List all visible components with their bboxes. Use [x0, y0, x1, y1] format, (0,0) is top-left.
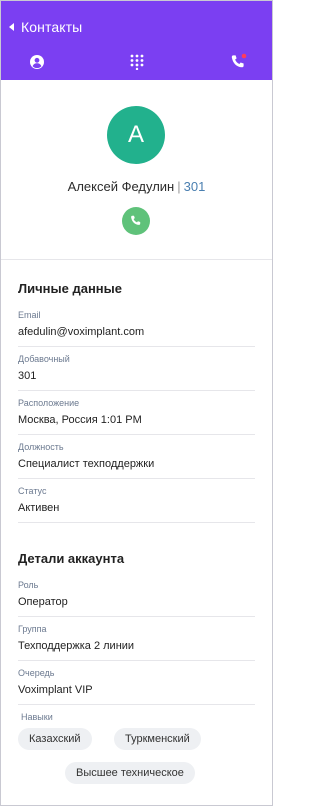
- field-label: Статус: [18, 486, 47, 496]
- tab-bar: [1, 51, 272, 73]
- personal-data-section: Личные данные Email afedulin@voximplant.…: [1, 260, 272, 523]
- field-value: Voximplant VIP: [18, 684, 93, 696]
- field-group: Группа Техподдержка 2 линии: [18, 624, 255, 661]
- field-status: Статус Активен: [18, 486, 255, 523]
- tab-profile[interactable]: [26, 51, 48, 73]
- contact-extension: 301: [183, 179, 206, 194]
- field-role: Роль Оператор: [18, 580, 255, 617]
- field-position: Должность Специалист техподдержки: [18, 442, 255, 479]
- skill-chip: Высшее техническое: [65, 762, 195, 784]
- field-value: Специалист техподдержки: [18, 458, 155, 470]
- field-label: Должность: [18, 442, 64, 452]
- field-value: 301: [18, 370, 37, 382]
- field-extension: Добавочный 301: [18, 354, 255, 391]
- skills-label: Навыки: [21, 712, 53, 722]
- section-title-account: Детали аккаунта: [18, 551, 125, 566]
- separator: |: [177, 179, 181, 194]
- contact-name: Алексей Федулин: [67, 179, 175, 194]
- call-button[interactable]: [122, 207, 150, 235]
- back-button[interactable]: Контакты: [9, 19, 82, 35]
- field-location: Расположение Москва, Россия 1:01 PM: [18, 398, 255, 435]
- field-value: Оператор: [18, 596, 68, 608]
- avatar: А: [107, 106, 165, 164]
- contact-card: Контакты А Алексей Федулин | 301 Личные …: [0, 0, 273, 806]
- phone-missed-icon: [231, 53, 247, 68]
- header-bar: Контакты: [1, 1, 272, 80]
- section-title-personal: Личные данные: [18, 281, 122, 296]
- field-email: Email afedulin@voximplant.com: [18, 310, 255, 347]
- contact-name-line: Алексей Федулин | 301: [1, 179, 272, 194]
- field-queue: Очередь Voximplant VIP: [18, 668, 255, 705]
- tab-calls[interactable]: [227, 51, 249, 73]
- field-label: Очередь: [18, 668, 55, 678]
- field-value: Москва, Россия 1:01 PM: [18, 414, 142, 426]
- field-value: Активен: [18, 502, 60, 514]
- field-label: Добавочный: [18, 354, 70, 364]
- back-label: Контакты: [21, 19, 83, 35]
- tab-dialpad[interactable]: [126, 51, 148, 73]
- account-details-section: Детали аккаунта Роль Оператор Группа Тех…: [1, 530, 272, 792]
- field-label: Расположение: [18, 398, 80, 408]
- field-label: Группа: [18, 624, 47, 634]
- profile-summary: А Алексей Федулин | 301: [1, 80, 272, 260]
- field-label: Роль: [18, 580, 39, 590]
- field-label: Email: [18, 310, 41, 320]
- skills-list: Казахский Туркменский Высшее техническое: [18, 722, 255, 792]
- field-value: Техподдержка 2 линии: [18, 640, 135, 652]
- user-circle-icon: [30, 55, 44, 69]
- field-value[interactable]: afedulin@voximplant.com: [18, 325, 255, 339]
- skill-chip: Туркменский: [114, 728, 201, 750]
- skill-chip: Казахский: [18, 728, 92, 750]
- chevron-left-icon: [9, 23, 14, 31]
- badge-dot: [241, 53, 247, 59]
- dialpad-icon: [130, 54, 144, 70]
- phone-icon: [131, 215, 141, 225]
